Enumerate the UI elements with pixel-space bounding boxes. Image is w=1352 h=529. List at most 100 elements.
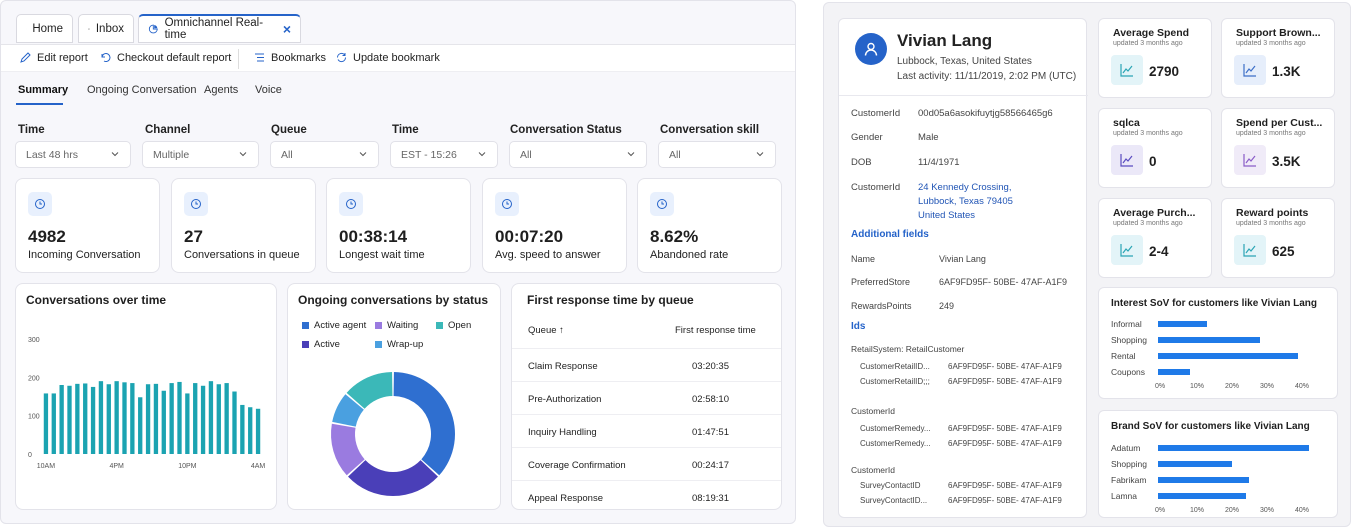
id-key: CustomerRemedy... (860, 424, 931, 433)
bar[interactable] (138, 397, 143, 454)
bar[interactable] (232, 391, 237, 454)
queue-cell: Appeal Response (528, 493, 603, 504)
kpi-value: 4982 (28, 227, 66, 246)
tab-omnichannel[interactable]: Omnichannel Real-time × (138, 14, 301, 43)
bookmarks-button[interactable]: Bookmarks (253, 51, 326, 64)
kpi-card-incoming[interactable]: 4982 Incoming Conversation (15, 178, 160, 273)
address-link[interactable]: United States (918, 210, 975, 221)
x-tick-label: 10AM (37, 463, 55, 470)
metric-value: 0 (1149, 154, 1157, 169)
bar[interactable] (185, 393, 190, 454)
metric-card[interactable]: Spend per Cust... updated 3 months ago 3.5… (1221, 108, 1335, 188)
tab-summary[interactable]: Summary (18, 84, 68, 96)
y-tick-label: 0 (28, 452, 32, 459)
bar[interactable] (1158, 493, 1246, 499)
time-filter-dropdown[interactable]: Last 48 hrs (15, 141, 131, 168)
bar[interactable] (75, 383, 80, 454)
table-row[interactable]: Inquiry Handling 01:47:51 (512, 414, 781, 447)
timezone-filter-dropdown[interactable]: EST - 15:26 (390, 141, 498, 168)
kpi-card-speed-to-answer[interactable]: 00:07:20 Avg. speed to answer (482, 178, 627, 273)
tab-ongoing-conversation[interactable]: Ongoing Conversation (87, 84, 196, 96)
metric-value: 3.5K (1272, 154, 1301, 169)
tab-home[interactable]: Home (16, 14, 73, 43)
conversation-skill-filter-dropdown[interactable]: All (658, 141, 776, 168)
bar[interactable] (193, 383, 198, 454)
kpi-value: 27 (184, 227, 203, 246)
field-value: 11/4/1971 (918, 157, 960, 168)
queue-filter-dropdown[interactable]: All (270, 141, 379, 168)
bar[interactable] (153, 383, 159, 454)
kpi-label: Conversations in queue (184, 249, 300, 261)
ids-heading: Ids (851, 321, 866, 332)
bar[interactable] (130, 383, 135, 454)
bar[interactable] (59, 385, 64, 454)
bar[interactable] (1158, 461, 1232, 467)
address-link[interactable]: Lubbock, Texas 79405 (918, 196, 1013, 207)
bar[interactable] (248, 407, 253, 454)
tab-voice[interactable]: Voice (255, 84, 282, 96)
metric-title: Average Spend (1113, 27, 1190, 39)
bar[interactable] (1158, 477, 1249, 483)
table-row[interactable]: Appeal Response 08:19:31 (512, 480, 781, 509)
bar[interactable] (1158, 321, 1207, 327)
tab-agents[interactable]: Agents (204, 84, 238, 96)
bar[interactable] (177, 381, 182, 454)
bar[interactable] (1158, 337, 1260, 343)
bar[interactable] (161, 390, 166, 454)
bar[interactable] (122, 382, 127, 454)
update-bookmark-button[interactable]: Update bookmark (335, 51, 440, 64)
donut-segment[interactable] (348, 460, 438, 496)
bar[interactable] (208, 381, 214, 454)
metric-card[interactable]: Average Purch... updated 3 months ago 2-4 (1098, 198, 1212, 278)
bar[interactable] (169, 383, 174, 454)
tab-inbox[interactable]: Inbox (78, 14, 134, 43)
bar[interactable] (240, 404, 245, 454)
bar[interactable] (1158, 369, 1190, 375)
table-row[interactable]: Pre-Authorization 02:58:10 (512, 381, 781, 414)
column-header-queue[interactable]: Queue ↑ (528, 325, 564, 336)
bar[interactable] (83, 383, 88, 454)
customer-location: Lubbock, Texas, United States (897, 56, 1032, 67)
bar[interactable] (200, 385, 206, 454)
bar[interactable] (106, 384, 111, 454)
bar[interactable] (1158, 353, 1298, 359)
bar[interactable] (98, 381, 104, 454)
donut-segment[interactable] (393, 372, 455, 476)
active-tab-indicator (16, 103, 63, 105)
kpi-card-in-queue[interactable]: 27 Conversations in queue (171, 178, 316, 273)
conversation-status-filter-value: All (520, 149, 532, 161)
metric-card[interactable]: Reward points updated 3 months ago 625 (1221, 198, 1335, 278)
bar[interactable] (43, 393, 49, 454)
legend-wrap-up: Wrap-up (375, 339, 423, 350)
bar[interactable] (51, 393, 56, 454)
table-row[interactable]: Coverage Confirmation 00:24:17 (512, 447, 781, 480)
kpi-card-abandoned-rate[interactable]: 8.62% Abandoned rate (637, 178, 782, 273)
close-icon[interactable]: × (283, 21, 291, 37)
update-bookmark-label: Update bookmark (353, 51, 440, 64)
address-link[interactable]: 24 Kennedy Crossing, (918, 182, 1011, 193)
metric-card[interactable]: Support Brown... updated 3 months ago 1.3K (1221, 18, 1335, 98)
bar[interactable] (1158, 445, 1309, 451)
bar[interactable] (145, 384, 151, 454)
metric-updated: updated 3 months ago (1236, 130, 1306, 137)
column-header-response-time[interactable]: First response time (675, 325, 756, 336)
time-cell: 00:24:17 (692, 460, 729, 471)
bar[interactable] (216, 384, 221, 454)
kpi-label: Abandoned rate (650, 249, 729, 261)
edit-report-button[interactable]: Edit report (19, 51, 88, 64)
table-row[interactable]: Claim Response 03:20:35 (512, 348, 781, 381)
field-key: PreferredStore (851, 277, 911, 287)
metric-card[interactable]: Average Spend updated 3 months ago 2790 (1098, 18, 1212, 98)
bar[interactable] (67, 385, 72, 454)
bar[interactable] (114, 381, 119, 454)
kpi-value: 00:07:20 (495, 227, 564, 246)
bar[interactable] (224, 383, 229, 454)
bar[interactable] (90, 386, 96, 454)
queue-cell: Inquiry Handling (528, 427, 597, 438)
bar[interactable] (255, 408, 261, 454)
kpi-card-longest-wait[interactable]: 00:38:14 Longest wait time (326, 178, 471, 273)
channel-filter-dropdown[interactable]: Multiple (142, 141, 259, 168)
metric-card[interactable]: sqlca updated 3 months ago 0 (1098, 108, 1212, 188)
checkout-default-report-button[interactable]: Checkout default report (99, 51, 231, 64)
conversation-status-filter-dropdown[interactable]: All (509, 141, 647, 168)
